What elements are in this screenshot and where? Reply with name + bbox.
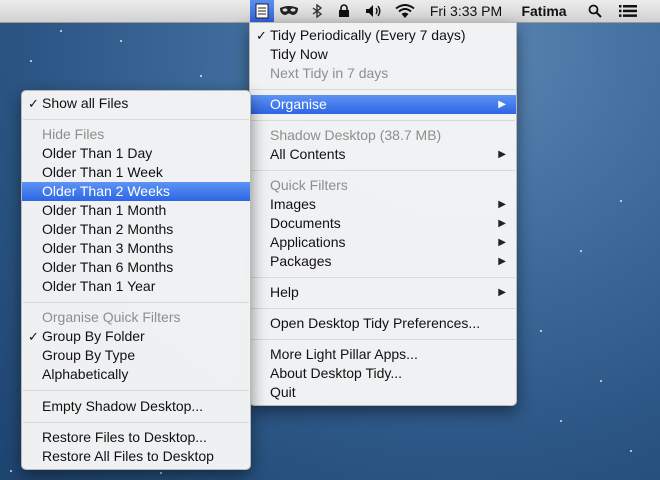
hide-option-item[interactable]: Older Than 2 Weeks xyxy=(22,182,250,201)
show-all-files-label: Show all Files xyxy=(42,95,129,111)
hide-option-item[interactable]: Older Than 6 Months xyxy=(22,258,250,277)
organise-submenu: ✓ Show all Files Hide Files Older Than 1… xyxy=(21,90,251,470)
check-icon: ✓ xyxy=(28,96,39,111)
all-contents-item[interactable]: All Contents ▶ xyxy=(250,145,516,164)
separator xyxy=(23,422,249,423)
shadow-desktop-label: Shadow Desktop (38.7 MB) xyxy=(270,127,442,143)
separator xyxy=(251,89,515,90)
submenu-arrow-icon: ▶ xyxy=(498,256,506,267)
wifi-icon[interactable] xyxy=(392,0,418,22)
group-by-type-item[interactable]: Group By Type xyxy=(22,346,250,365)
applications-item[interactable]: Applications ▶ xyxy=(250,233,516,252)
empty-shadow-desktop-item[interactable]: Empty Shadow Desktop... xyxy=(22,397,250,416)
more-apps-item[interactable]: More Light Pillar Apps... xyxy=(250,345,516,364)
hide-option-item[interactable]: Older Than 1 Day xyxy=(22,144,250,163)
documents-item[interactable]: Documents ▶ xyxy=(250,214,516,233)
quit-item[interactable]: Quit xyxy=(250,383,516,402)
volume-icon[interactable] xyxy=(362,0,386,22)
submenu-arrow-icon: ▶ xyxy=(498,287,506,298)
submenu-arrow-icon: ▶ xyxy=(498,199,506,210)
separator xyxy=(23,302,249,303)
separator xyxy=(251,277,515,278)
menubar-clock[interactable]: Fri 3:33 PM xyxy=(424,0,508,22)
separator xyxy=(23,390,249,391)
hide-files-header: Hide Files xyxy=(42,126,105,142)
help-label: Help xyxy=(270,284,299,300)
about-item[interactable]: About Desktop Tidy... xyxy=(250,364,516,383)
separator xyxy=(251,339,515,340)
packages-label: Packages xyxy=(270,253,332,269)
lock-icon[interactable] xyxy=(334,0,354,22)
tidy-periodically-label: Tidy Periodically (Every 7 days) xyxy=(270,27,466,43)
submenu-arrow-icon: ▶ xyxy=(498,237,506,248)
all-contents-label: All Contents xyxy=(270,146,346,162)
submenu-arrow-icon: ▶ xyxy=(498,149,506,160)
applications-label: Applications xyxy=(270,234,346,250)
submenu-arrow-icon: ▶ xyxy=(498,218,506,229)
separator xyxy=(251,120,515,121)
alphabetically-item[interactable]: Alphabetically xyxy=(22,365,250,384)
organise-label: Organise xyxy=(270,96,327,112)
submenu-arrow-icon: ▶ xyxy=(498,99,506,110)
restore-files-item[interactable]: Restore Files to Desktop... xyxy=(22,428,250,447)
images-item[interactable]: Images ▶ xyxy=(250,195,516,214)
hide-option-item[interactable]: Older Than 1 Month xyxy=(22,201,250,220)
hide-option-item[interactable]: Older Than 1 Week xyxy=(22,163,250,182)
mask-icon[interactable] xyxy=(277,0,301,22)
desktop-tidy-menu: ✓ Tidy Periodically (Every 7 days) Tidy … xyxy=(249,22,517,406)
menubar-user[interactable]: Fatima xyxy=(514,0,574,22)
hide-option-item[interactable]: Older Than 2 Months xyxy=(22,220,250,239)
check-icon: ✓ xyxy=(256,28,267,43)
notification-center-icon[interactable] xyxy=(614,0,642,22)
preferences-item[interactable]: Open Desktop Tidy Preferences... xyxy=(250,314,516,333)
help-item[interactable]: Help ▶ xyxy=(250,283,516,302)
quick-filters-header: Quick Filters xyxy=(270,177,348,193)
organise-item[interactable]: Organise ▶ xyxy=(250,95,516,114)
show-all-files-item[interactable]: ✓ Show all Files xyxy=(22,94,250,113)
separator xyxy=(251,170,515,171)
menu-bar: Fri 3:33 PM Fatima xyxy=(0,0,660,23)
hide-option-item[interactable]: Older Than 1 Year xyxy=(22,277,250,296)
organise-quick-filters-header: Organise Quick Filters xyxy=(42,309,181,325)
check-icon: ✓ xyxy=(28,329,39,344)
separator xyxy=(23,119,249,120)
tidy-now-item[interactable]: Tidy Now xyxy=(250,45,516,64)
separator xyxy=(251,308,515,309)
restore-all-files-item[interactable]: Restore All Files to Desktop xyxy=(22,447,250,466)
hide-option-item[interactable]: Older Than 3 Months xyxy=(22,239,250,258)
group-by-folder-label: Group By Folder xyxy=(42,328,145,344)
bluetooth-icon[interactable] xyxy=(306,0,328,22)
next-tidy-label: Next Tidy in 7 days xyxy=(270,65,389,81)
documents-label: Documents xyxy=(270,215,341,231)
group-by-folder-item[interactable]: ✓ Group By Folder xyxy=(22,327,250,346)
images-label: Images xyxy=(270,196,316,212)
desktop-tidy-icon[interactable] xyxy=(250,0,274,22)
spotlight-icon[interactable] xyxy=(584,0,606,22)
packages-item[interactable]: Packages ▶ xyxy=(250,252,516,271)
tidy-periodically-item[interactable]: ✓ Tidy Periodically (Every 7 days) xyxy=(250,26,516,45)
